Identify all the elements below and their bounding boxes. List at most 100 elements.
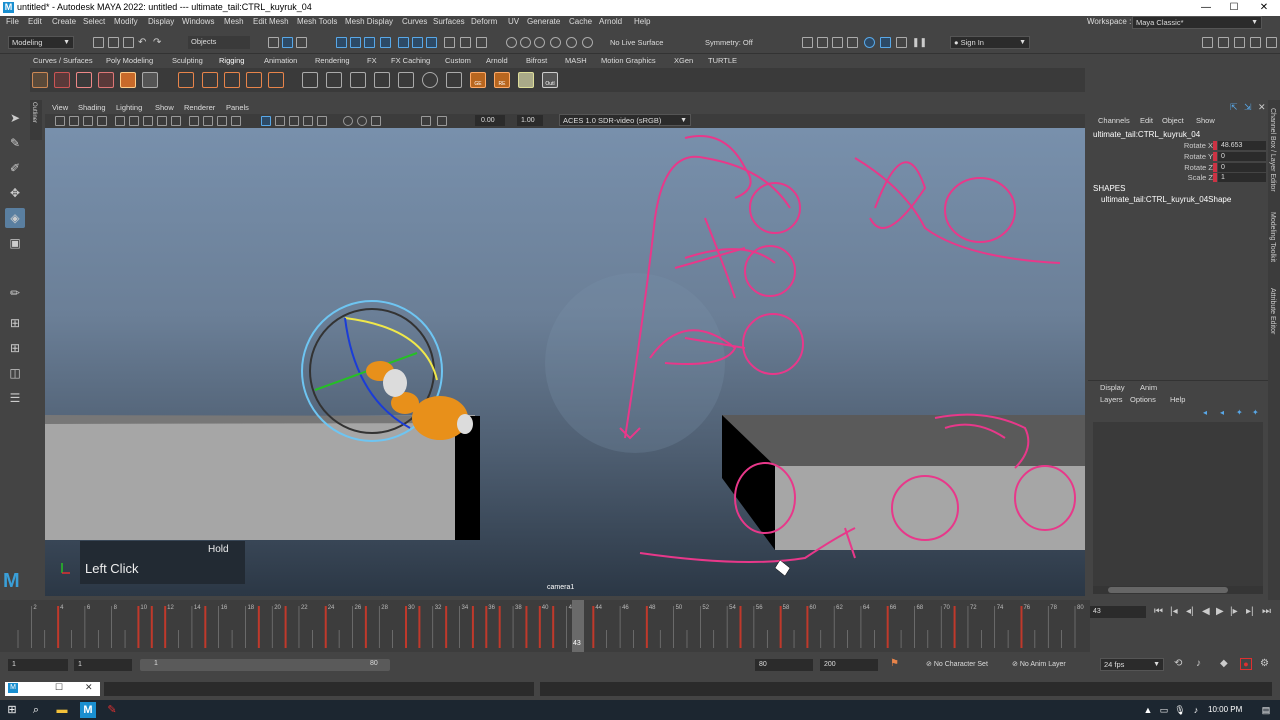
- menu-curves[interactable]: Curves: [402, 17, 427, 26]
- camera-attributes-icon[interactable]: [69, 116, 79, 126]
- menu-mesh-tools[interactable]: Mesh Tools: [297, 17, 337, 26]
- image-plane-icon[interactable]: [97, 116, 107, 126]
- windows-start-icon[interactable]: ⊞: [4, 702, 20, 718]
- time-slider[interactable]: 2468101214161820222426283032343638404244…: [0, 600, 1090, 652]
- render-current-icon[interactable]: [817, 37, 828, 48]
- gate-mask-icon[interactable]: [157, 116, 167, 126]
- layer-move-up-icon[interactable]: ◂: [1203, 408, 1207, 417]
- motion-blur-icon[interactable]: [303, 116, 313, 126]
- command-input[interactable]: [104, 682, 534, 696]
- point-constraint-icon[interactable]: [268, 72, 284, 88]
- side-tab-modeling-toolkit[interactable]: Modeling Toolkit: [1269, 212, 1276, 262]
- resolution-gate-icon[interactable]: [143, 116, 153, 126]
- sign-in-dropdown[interactable]: ● Sign In ▼: [950, 36, 1030, 49]
- scrollbar-thumb[interactable]: [1108, 587, 1228, 593]
- search-icon[interactable]: ⌕: [28, 702, 44, 718]
- panel-menu-shading[interactable]: Shading: [78, 103, 106, 112]
- shelf-tab-fx-caching[interactable]: FX Caching: [391, 56, 430, 65]
- grid-toggle-icon[interactable]: [115, 116, 125, 126]
- component-editor-icon[interactable]: [518, 72, 534, 88]
- menu-windows[interactable]: Windows: [182, 17, 214, 26]
- shelf-tab-poly-modeling[interactable]: Poly Modeling: [106, 56, 153, 65]
- step-back-frame-icon[interactable]: ◂|: [1186, 606, 1194, 617]
- menu-edit-mesh[interactable]: Edit Mesh: [253, 17, 289, 26]
- panel-menu-show[interactable]: Show: [155, 103, 174, 112]
- float-panel-icon[interactable]: ⇱: [1230, 102, 1238, 113]
- paint-select-icon[interactable]: ✐: [5, 158, 25, 178]
- layer-tab-display[interactable]: Display: [1100, 383, 1125, 392]
- shelf-tab-rendering[interactable]: Rendering: [315, 56, 350, 65]
- channel-value[interactable]: 0: [1213, 152, 1266, 161]
- shelf-tab-xgen[interactable]: XGen: [674, 56, 693, 65]
- pole-vector-icon[interactable]: [374, 72, 390, 88]
- layer-move-down-icon[interactable]: ◂: [1220, 408, 1224, 417]
- select-by-curves-icon[interactable]: [364, 37, 375, 48]
- menu-modify[interactable]: Modify: [114, 17, 138, 26]
- shelf-tab-curves-surfaces[interactable]: Curves / Surfaces: [33, 56, 93, 65]
- xray-joints-icon[interactable]: [371, 116, 381, 126]
- show-menu[interactable]: Show: [1196, 116, 1215, 125]
- panel-menu-view[interactable]: View: [52, 103, 68, 112]
- maya-taskbar-icon[interactable]: M: [80, 702, 96, 718]
- layer-tab-anim[interactable]: Anim: [1140, 383, 1157, 392]
- default-material-icon[interactable]: [217, 116, 227, 126]
- outliner-side-tab[interactable]: Outliner: [30, 100, 42, 140]
- menu-mesh[interactable]: Mesh: [224, 17, 244, 26]
- rotate-tool-icon[interactable]: ◈: [5, 208, 25, 228]
- edit-menu[interactable]: Edit: [1140, 116, 1153, 125]
- start-frame-field[interactable]: 1: [8, 659, 68, 671]
- range-slider[interactable]: 1 80: [140, 659, 390, 671]
- aim-constraint-icon[interactable]: [350, 72, 366, 88]
- shadows-icon[interactable]: [275, 116, 285, 126]
- scale-tool-icon[interactable]: ▣: [5, 233, 25, 253]
- menu-file[interactable]: File: [6, 17, 19, 26]
- select-by-misc-icon[interactable]: [426, 37, 437, 48]
- undo-icon[interactable]: ↶: [138, 37, 149, 48]
- gamma-icon[interactable]: [437, 116, 447, 126]
- menu-create[interactable]: Create: [52, 17, 76, 26]
- panel-menu-panels[interactable]: Panels: [226, 103, 249, 112]
- current-frame-field[interactable]: 43: [1090, 606, 1146, 618]
- scale-constraint-icon[interactable]: [326, 72, 342, 88]
- new-layer-icon[interactable]: ✦: [1236, 408, 1243, 417]
- smooth-shade-icon[interactable]: [203, 116, 213, 126]
- menu-arnold[interactable]: Arnold: [599, 17, 622, 26]
- channel-value[interactable]: 1: [1213, 173, 1266, 182]
- side-by-side-icon[interactable]: ◫: [5, 363, 25, 383]
- notifications-icon[interactable]: ▤: [1258, 702, 1274, 718]
- menu-mesh-display[interactable]: Mesh Display: [345, 17, 393, 26]
- object-menu[interactable]: Object: [1162, 116, 1184, 125]
- horizontal-scrollbar[interactable]: [1093, 586, 1263, 594]
- select-by-deformations-icon[interactable]: [380, 37, 391, 48]
- snap-curve-icon[interactable]: [506, 37, 517, 48]
- step-forward-key-icon[interactable]: ▸|: [1246, 606, 1254, 617]
- snap-projected-icon[interactable]: [582, 37, 593, 48]
- new-scene-icon[interactable]: [93, 37, 104, 48]
- select-by-joints-icon[interactable]: [350, 37, 361, 48]
- outliner-shelf-icon[interactable]: Outl: [542, 72, 558, 88]
- end-frame-field[interactable]: 200: [820, 659, 878, 671]
- render-settings-icon[interactable]: [847, 37, 858, 48]
- mel-tab[interactable]: M ☐ ✕: [5, 682, 100, 696]
- dock-panel-icon[interactable]: ⇲: [1244, 102, 1252, 113]
- menu-uv[interactable]: UV: [508, 17, 519, 26]
- layer-list[interactable]: [1093, 422, 1263, 587]
- xray-icon[interactable]: [357, 116, 367, 126]
- menu-set-dropdown[interactable]: Modeling ▼: [8, 36, 74, 49]
- play-backwards-icon[interactable]: ◀: [1202, 606, 1210, 617]
- minimize-button[interactable]: —: [1196, 1, 1216, 15]
- four-view-icon[interactable]: ⊞: [5, 338, 25, 358]
- record-icon[interactable]: ●: [1240, 658, 1252, 670]
- select-by-surfaces-icon[interactable]: [398, 37, 409, 48]
- joint-tool-icon[interactable]: [32, 72, 48, 88]
- go-to-start-icon[interactable]: ⏮: [1154, 606, 1163, 617]
- shelf-tab-custom[interactable]: Custom: [445, 56, 471, 65]
- film-gate-icon[interactable]: [129, 116, 139, 126]
- shelf-tab-fx[interactable]: FX: [367, 56, 377, 65]
- sound-icon[interactable]: ♪: [1196, 658, 1201, 669]
- go-to-end-icon[interactable]: ⏭: [1262, 606, 1271, 617]
- panel-menu-renderer[interactable]: Renderer: [184, 103, 215, 112]
- select-component-icon[interactable]: [296, 37, 307, 48]
- key-icon[interactable]: ◆: [1220, 658, 1228, 669]
- move-tool-icon[interactable]: ✥: [5, 183, 25, 203]
